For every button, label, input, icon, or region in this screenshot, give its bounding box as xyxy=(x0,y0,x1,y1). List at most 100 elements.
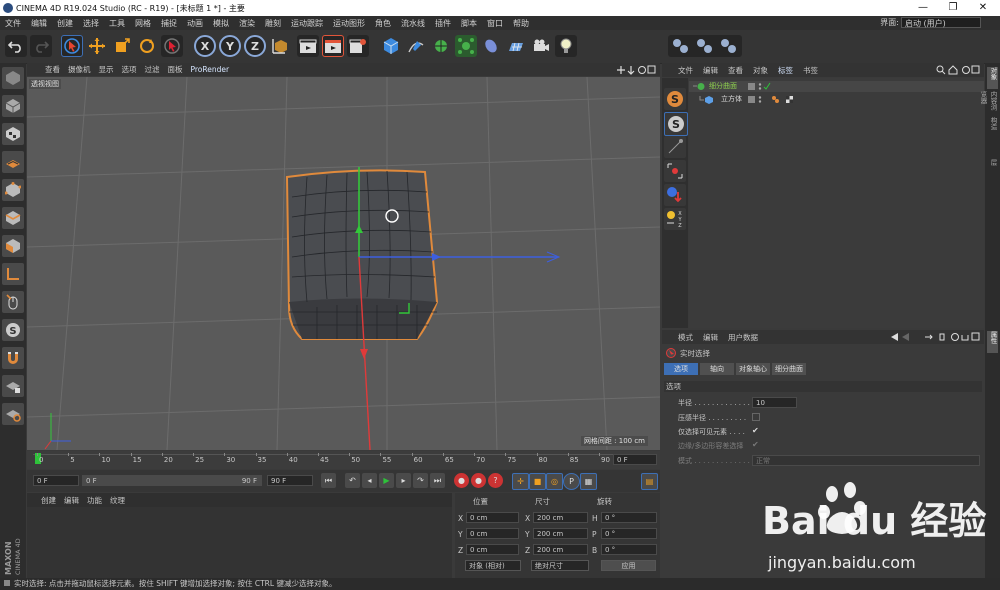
live-selection-button[interactable] xyxy=(61,35,83,57)
material-menu-texture[interactable]: 纹理 xyxy=(110,495,125,506)
menu-motion-tracker[interactable]: 运动跟踪 xyxy=(291,18,323,29)
side-tab-layers[interactable]: 层 xyxy=(987,159,998,179)
object-menu-tags[interactable]: 标签 xyxy=(778,65,793,76)
object-tags[interactable] xyxy=(747,95,797,104)
layout-select[interactable]: 启动 (用户) xyxy=(901,17,981,28)
edge-snap-toggle[interactable] xyxy=(664,160,686,182)
object-menu-view[interactable]: 查看 xyxy=(728,65,743,76)
side-tab-structure[interactable]: 构造 xyxy=(987,117,998,157)
edges-mode-button[interactable] xyxy=(2,207,24,229)
attr-menu-user-data[interactable]: 用户数据 xyxy=(728,332,758,343)
menu-help[interactable]: 帮助 xyxy=(513,18,529,29)
key-scale-button[interactable]: ■ xyxy=(529,473,546,490)
menu-window[interactable]: 窗口 xyxy=(487,18,503,29)
light-object-button[interactable] xyxy=(555,35,577,57)
snap-s-toggle[interactable]: S xyxy=(664,88,686,110)
viewport-nav-icons[interactable] xyxy=(616,65,656,75)
camera-object-button[interactable] xyxy=(530,35,552,57)
menu-character[interactable]: 角色 xyxy=(375,18,391,29)
minimize-button[interactable]: — xyxy=(908,0,938,16)
menu-simulate[interactable]: 模拟 xyxy=(213,18,229,29)
tab-object-axis[interactable]: 对象轴心 xyxy=(736,363,770,375)
mograph-layouts-button[interactable] xyxy=(668,35,742,57)
pos-x-field[interactable]: 0 cm xyxy=(466,512,519,523)
object-menu-bookmarks[interactable]: 书签 xyxy=(803,65,818,76)
end-frame-field[interactable]: 90 F xyxy=(267,475,313,486)
keyframe-selection-button[interactable]: ? xyxy=(488,473,503,488)
visible-only-checkbox[interactable]: ✔ xyxy=(752,426,759,435)
key-parameter-button[interactable]: P xyxy=(563,473,580,490)
object-menu-edit[interactable]: 编辑 xyxy=(703,65,718,76)
object-name-cube[interactable]: 立方体 xyxy=(721,94,742,105)
menu-file[interactable]: 文件 xyxy=(5,18,21,29)
axis-snap-toggle[interactable] xyxy=(664,184,686,206)
floor-object-button[interactable] xyxy=(505,35,527,57)
menu-select[interactable]: 选择 xyxy=(83,18,99,29)
key-position-button[interactable]: ✛ xyxy=(512,473,529,490)
go-to-start-button[interactable]: ⏮ xyxy=(321,473,336,488)
menu-render[interactable]: 渲染 xyxy=(239,18,255,29)
side-tab-takes[interactable]: 内容浏览器 xyxy=(979,91,998,115)
menu-animate[interactable]: 动画 xyxy=(187,18,203,29)
apply-button[interactable]: 应用 xyxy=(601,560,656,571)
workplane-mode-button[interactable] xyxy=(2,151,24,173)
axis-mode-button[interactable] xyxy=(2,263,24,285)
pressure-radius-checkbox[interactable] xyxy=(752,413,760,421)
next-key-button[interactable]: ↷ xyxy=(413,473,428,488)
previous-key-button[interactable]: ↶ xyxy=(345,473,360,488)
move-tool-button[interactable] xyxy=(86,35,108,57)
redo-button[interactable] xyxy=(30,35,52,57)
side-tab-attributes[interactable]: 属性 xyxy=(987,331,998,353)
y-axis-lock-button[interactable]: Y xyxy=(219,35,241,57)
scheme-button[interactable]: ▤ xyxy=(641,473,658,490)
viewport-menu-prorender[interactable]: ProRender xyxy=(191,65,230,74)
tab-options[interactable]: 选项 xyxy=(664,363,698,375)
current-frame-field[interactable]: 0 F xyxy=(613,454,657,465)
render-to-picture-viewer-button[interactable] xyxy=(322,35,344,57)
array-generator-button[interactable] xyxy=(455,35,477,57)
recent-tool-button[interactable] xyxy=(161,35,183,57)
record-keys-button[interactable]: ● xyxy=(454,473,469,488)
next-frame-button[interactable]: ▸ xyxy=(396,473,411,488)
rot-h-field[interactable]: 0 ° xyxy=(601,512,657,523)
material-menu-edit[interactable]: 编辑 xyxy=(64,495,79,506)
menu-sculpt[interactable]: 雕刻 xyxy=(265,18,281,29)
scale-tool-button[interactable] xyxy=(111,35,133,57)
menu-mesh[interactable]: 网格 xyxy=(135,18,151,29)
object-menu-file[interactable]: 文件 xyxy=(678,65,693,76)
side-tab-objects[interactable]: 对象 xyxy=(987,67,998,89)
menu-script[interactable]: 脚本 xyxy=(461,18,477,29)
object-list[interactable]: 细分曲面 立方体 xyxy=(689,78,984,328)
object-search-icons[interactable] xyxy=(936,65,980,75)
mode-select[interactable]: 正常 xyxy=(752,455,980,466)
object-visibility-dots[interactable] xyxy=(747,82,771,91)
tab-axis[interactable]: 轴向 xyxy=(700,363,734,375)
spline-pen-button[interactable] xyxy=(405,35,427,57)
magnet-button[interactable] xyxy=(2,347,24,369)
object-row-cube[interactable]: 立方体 xyxy=(689,94,984,105)
material-menu-function[interactable]: 功能 xyxy=(87,495,102,506)
tab-subdivision-surface[interactable]: 细分曲面 xyxy=(772,363,806,375)
object-row-subdivision[interactable]: 细分曲面 xyxy=(689,81,984,92)
pos-y-field[interactable]: 0 cm xyxy=(466,528,519,539)
tweak-mode-button[interactable] xyxy=(2,291,24,313)
size-x-field[interactable]: 200 cm xyxy=(533,512,588,523)
key-rotation-button[interactable]: ◎ xyxy=(546,473,563,490)
z-axis-lock-button[interactable]: Z xyxy=(244,35,266,57)
attr-menu-edit[interactable]: 编辑 xyxy=(703,332,718,343)
viewport-menu-options[interactable]: 选项 xyxy=(122,64,137,75)
coordinate-mode-select[interactable]: 对象 (相对) xyxy=(465,560,521,571)
viewport-menu-filter[interactable]: 过滤 xyxy=(145,64,160,75)
lock-workplane-button[interactable] xyxy=(2,375,24,397)
points-mode-button[interactable] xyxy=(2,179,24,201)
subdivision-surface-button[interactable] xyxy=(430,35,452,57)
close-button[interactable]: ✕ xyxy=(968,0,998,16)
menu-edit[interactable]: 编辑 xyxy=(31,18,47,29)
viewport-menu-cameras[interactable]: 摄像机 xyxy=(68,64,91,75)
size-mode-select[interactable]: 绝对尺寸 xyxy=(531,560,589,571)
size-z-field[interactable]: 200 cm xyxy=(533,544,588,555)
model-mode-button[interactable] xyxy=(2,95,24,117)
cube-primitive-button[interactable] xyxy=(380,35,402,57)
play-button[interactable]: ▶ xyxy=(379,473,394,488)
menu-mograph[interactable]: 运动图形 xyxy=(333,18,365,29)
